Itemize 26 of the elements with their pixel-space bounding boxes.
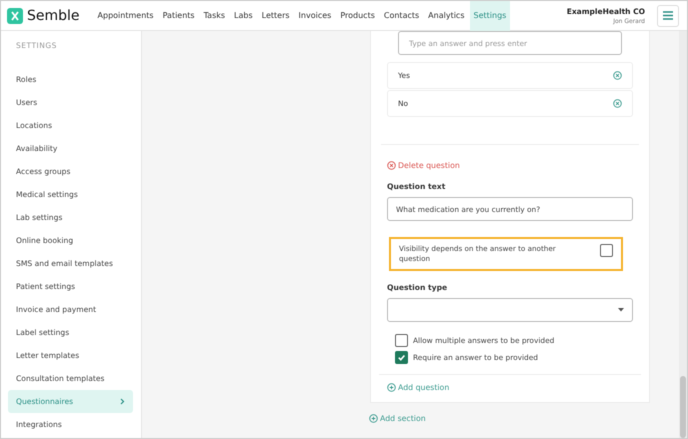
nav-tab[interactable]: Invoices bbox=[294, 0, 336, 30]
chevron-icon bbox=[120, 398, 125, 405]
nav-tab[interactable]: Labs bbox=[230, 0, 257, 30]
remove-icon[interactable] bbox=[613, 71, 622, 80]
nav-tab[interactable]: Products bbox=[336, 0, 379, 30]
nav-tab[interactable]: Patients bbox=[158, 0, 199, 30]
scrollbar[interactable] bbox=[679, 31, 687, 438]
plus-icon bbox=[387, 383, 396, 392]
check-icon bbox=[397, 353, 406, 362]
nav-tab[interactable]: Analytics bbox=[424, 0, 468, 30]
nav-tab[interactable]: Letters bbox=[258, 0, 294, 30]
nav-tab[interactable]: Tasks bbox=[200, 0, 230, 30]
logo-icon bbox=[7, 8, 23, 24]
menu-button[interactable] bbox=[657, 4, 679, 26]
close-icon[interactable] bbox=[387, 161, 396, 170]
remove-icon[interactable] bbox=[613, 99, 622, 108]
plus-icon bbox=[369, 414, 378, 424]
option-checkbox[interactable] bbox=[395, 351, 408, 364]
nav-tab[interactable]: Settings bbox=[470, 0, 510, 30]
caret-icon bbox=[618, 308, 624, 312]
visibility-checkbox[interactable] bbox=[600, 244, 613, 257]
option-checkbox[interactable] bbox=[395, 334, 408, 348]
brand-name: Semble bbox=[27, 8, 80, 24]
menu-icon bbox=[663, 11, 673, 20]
nav-tab[interactable]: Contacts bbox=[380, 0, 424, 30]
nav-tab[interactable]: Appointments bbox=[94, 0, 158, 30]
